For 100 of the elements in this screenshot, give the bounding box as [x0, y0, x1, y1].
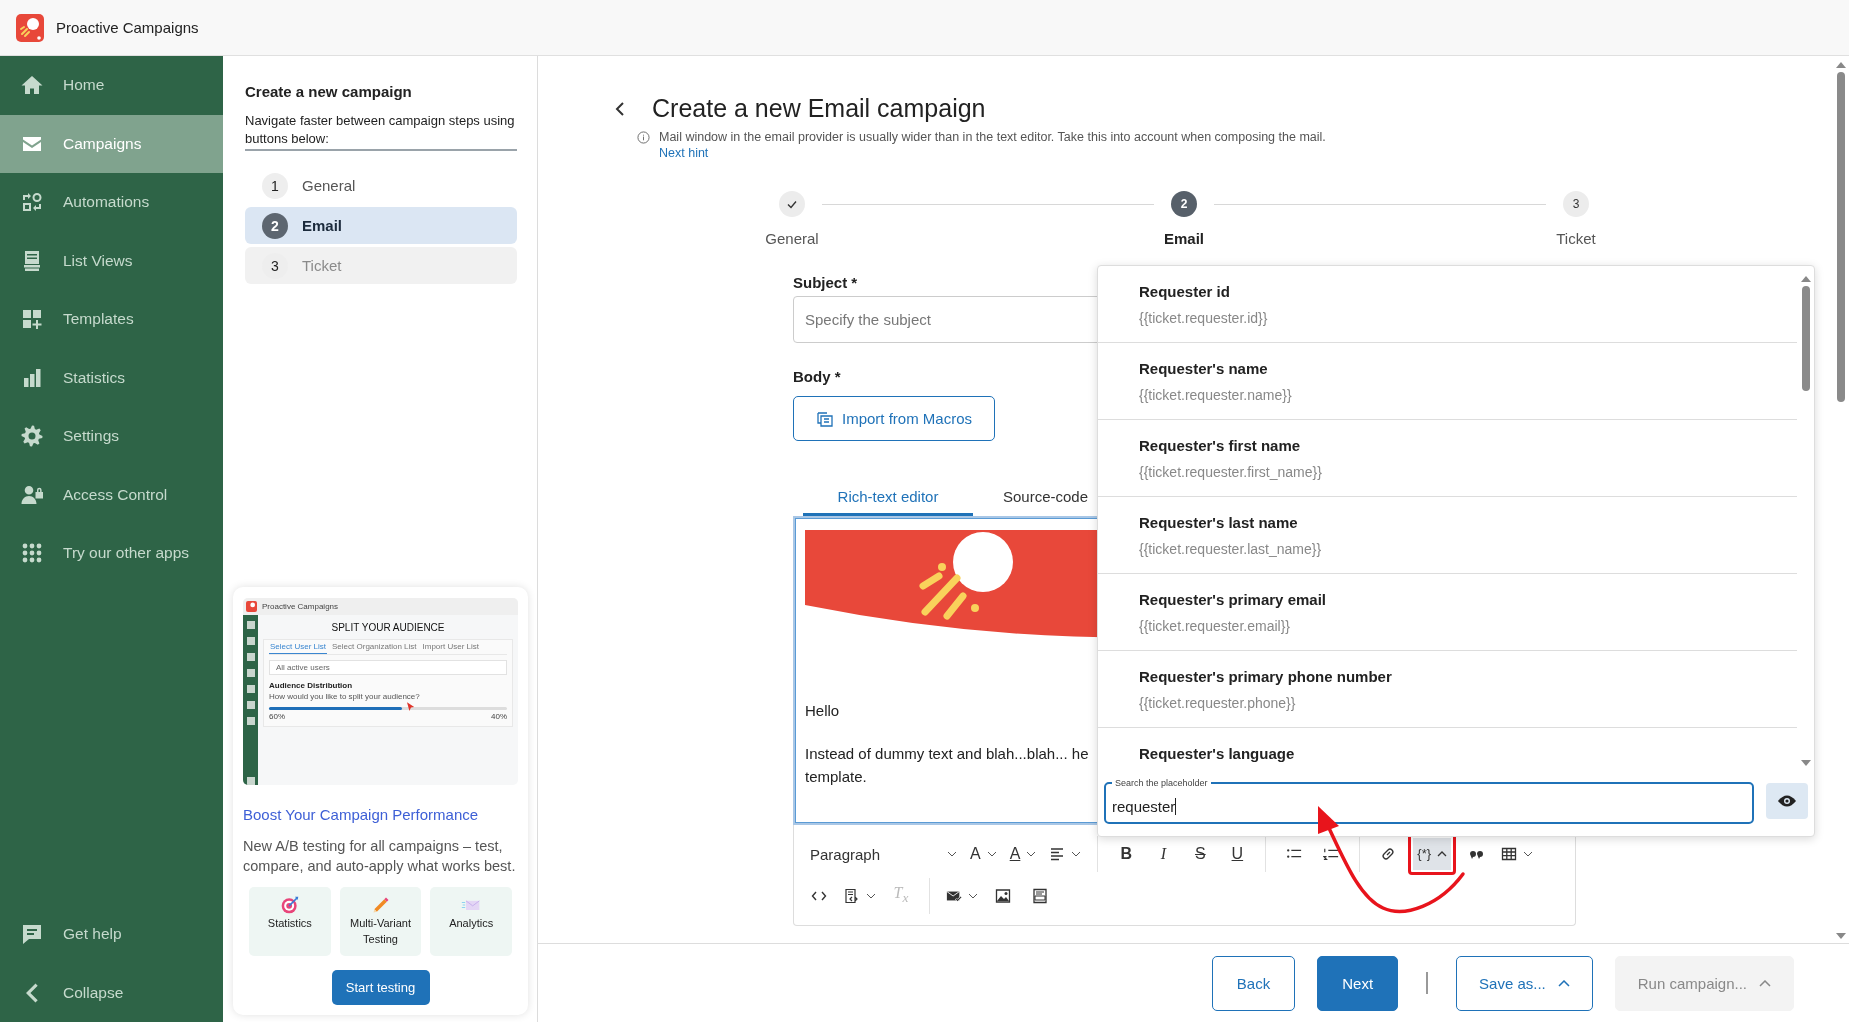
tab-label: Select Organization List	[331, 641, 418, 653]
preview-section-title: Audience Distribution	[269, 681, 354, 690]
chevron-up-icon	[1557, 979, 1570, 987]
placeholder-option[interactable]: Requester id {{ticket.requester.id}}	[1098, 266, 1797, 343]
bold-button[interactable]: B	[1109, 838, 1144, 870]
italic-button[interactable]: I	[1146, 838, 1181, 870]
app-logo-icon	[246, 601, 257, 612]
nav-item[interactable]: Get help	[0, 905, 223, 964]
field-label: Subject *	[793, 274, 858, 291]
nav-item[interactable]: List Views	[0, 231, 223, 290]
nav-item[interactable]: Access Control	[0, 465, 223, 524]
option-code: {{ticket.requester.id}}	[1139, 310, 1269, 326]
feature-label: Multi-Variant Testing	[349, 916, 412, 947]
nav-item[interactable]: Templates	[0, 290, 223, 349]
html-block-icon	[1032, 888, 1048, 904]
option-code: {{ticket.requester.first_name}}	[1139, 464, 1323, 480]
nav-item[interactable]: Home	[0, 56, 223, 115]
image-icon	[995, 888, 1011, 904]
email-text: Hello	[805, 702, 840, 719]
next-hint-link[interactable]: Next hint	[659, 146, 709, 160]
option-title: Requester's language	[1139, 745, 1296, 762]
nav-item[interactable]: Collapse	[0, 963, 223, 1022]
font-color-button[interactable]: A	[1004, 838, 1042, 870]
promo-title: Boost Your Campaign Performance	[243, 806, 480, 823]
arrow-down-icon[interactable]	[1800, 760, 1811, 766]
document-code-icon	[844, 888, 860, 904]
scroll-thumb[interactable]	[1837, 72, 1845, 402]
table-icon	[1501, 846, 1518, 862]
email-text: Instead of dummy text and blah...blah... he	[805, 745, 1089, 762]
target-icon	[279, 895, 300, 915]
step-circle: 3	[1563, 191, 1589, 217]
editor-tab[interactable]: Rich-text editor	[803, 480, 973, 516]
action-button[interactable]: Back	[1211, 955, 1296, 1011]
templates-icon	[20, 307, 44, 332]
preview-toggle-button[interactable]	[1766, 783, 1808, 819]
chevron-down-icon	[1523, 851, 1534, 857]
action-button[interactable]: Save as...	[1456, 955, 1593, 1011]
font-size-button[interactable]: A	[965, 838, 1002, 870]
hint-text: Mail window in the email provider is usually wider than in the text editor. Take this into account when composing the mail.	[659, 130, 1326, 144]
nav-item[interactable]: Automations	[0, 173, 223, 232]
action-button[interactable]: Next	[1317, 955, 1399, 1011]
step-button[interactable]: 2 Email	[245, 207, 517, 244]
step-label: Email	[1164, 230, 1204, 247]
preview-reading: 40%	[491, 712, 507, 721]
scroll-thumb[interactable]	[1801, 286, 1810, 391]
panel-hint: Navigate faster between campaign steps using buttons below:	[245, 112, 517, 151]
option-title: Requester's primary email	[1139, 591, 1327, 608]
option-title: Requester's name	[1139, 360, 1269, 377]
underline-button[interactable]: U	[1220, 838, 1255, 870]
envelope-check-icon	[946, 888, 962, 904]
gear-icon	[20, 424, 44, 449]
option-code: {{ticket.requester.email}}	[1139, 618, 1291, 634]
tab-label: Import User List	[421, 641, 480, 653]
chevron-down-icon	[947, 851, 957, 857]
feature-label: Statistics	[267, 916, 312, 931]
preview-title: SPLIT YOUR AUDIENCE	[330, 622, 446, 633]
chevron-up-icon	[1437, 851, 1448, 857]
promo-text: New A/B testing for all campaigns – test, compare, and auto-apply what works best.	[243, 837, 517, 876]
chevron-down-icon	[986, 851, 997, 857]
step-label: General	[765, 230, 819, 247]
chevron-up-icon	[1759, 979, 1771, 987]
placeholder-option[interactable]: Requester's last name {{ticket.requester.last_name}}	[1098, 497, 1797, 574]
placeholder-option[interactable]: Requester's first name {{ticket.requester.first_name}}	[1098, 420, 1797, 497]
nav-item[interactable]: Statistics	[0, 348, 223, 407]
app-logo-icon	[16, 13, 44, 42]
preview-app-title: Proactive Campaigns	[262, 602, 339, 611]
start-testing-button[interactable]: Start testing	[331, 970, 430, 1005]
arrow-up-icon[interactable]	[1836, 62, 1846, 68]
nav-item[interactable]: Settings	[0, 407, 223, 466]
option-title: Requester's primary phone number	[1139, 668, 1393, 685]
strikethrough-button[interactable]: S	[1183, 838, 1218, 870]
option-code: {{ticket.requester.name}}	[1139, 387, 1293, 403]
cursor-icon	[406, 702, 415, 712]
page-title: Create a new Email campaign	[652, 94, 986, 123]
placeholder-button[interactable]: {*}	[1413, 838, 1452, 870]
panel-title: Create a new campaign	[245, 83, 413, 100]
placeholder-option[interactable]: Requester's name {{ticket.requester.name}}	[1098, 343, 1797, 420]
chevron-down-icon	[1071, 851, 1082, 857]
option-code: {{ticket.requester.last_name}}	[1139, 541, 1323, 557]
numbered-list-icon	[1323, 846, 1340, 862]
field-label: Body *	[793, 368, 841, 385]
arrow-down-icon[interactable]	[1836, 933, 1846, 939]
chevron-down-icon	[866, 893, 876, 899]
option-title: Requester id	[1139, 283, 1231, 300]
option-code: {{ticket.requester.phone}}	[1139, 695, 1297, 711]
placeholder-option[interactable]: Requester's primary phone number {{ticket.requester.phone}}	[1098, 651, 1797, 728]
arrow-up-icon[interactable]	[1800, 276, 1811, 282]
search-field[interactable]: Search the placeholder requester	[1104, 778, 1754, 824]
documents-icon	[816, 409, 834, 428]
import-button[interactable]: Import from Macros	[793, 396, 995, 441]
placeholder-option[interactable]: Requester's primary email {{ticket.requester.email}}	[1098, 574, 1797, 651]
chevron-down-icon	[1026, 851, 1037, 857]
eye-icon	[1777, 794, 1797, 808]
info-icon	[637, 130, 650, 144]
option-title: Requester's last name	[1139, 514, 1299, 531]
preview-question: How would you like to split your audience?	[269, 692, 421, 701]
preview-reading: 60%	[269, 712, 285, 721]
format-select[interactable]: Paragraph	[802, 838, 962, 870]
nav-item[interactable]: Try our other apps	[0, 524, 223, 583]
chat-icon	[20, 922, 44, 947]
